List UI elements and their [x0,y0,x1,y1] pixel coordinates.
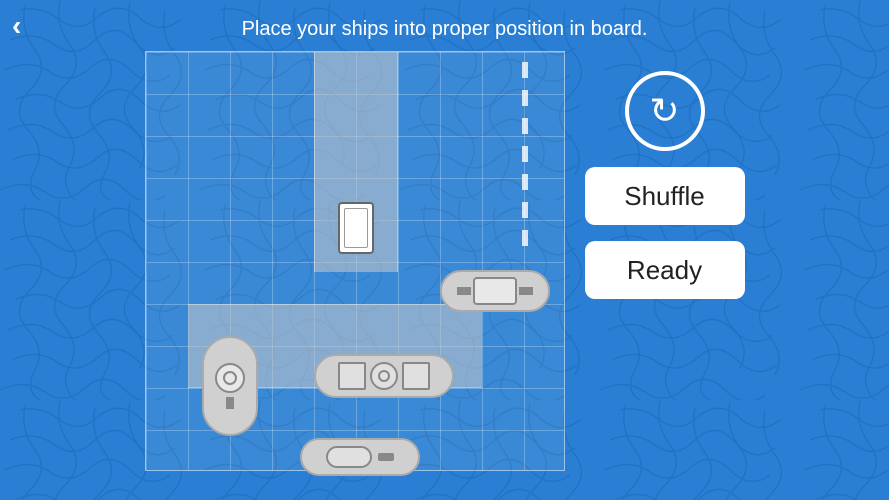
road-dash [522,62,528,78]
ship-4-circle [370,362,398,390]
ship-1[interactable] [338,202,374,254]
ship-5-rect [378,453,394,461]
ship-4[interactable] [314,354,454,398]
rotate-button[interactable]: ↻ [625,71,705,151]
right-panel: ↻ Shuffle Ready [585,71,745,299]
road-dash [522,146,528,162]
main-container: ‹ Place your ships into proper position … [0,0,889,500]
ship-2[interactable] [440,270,550,312]
road-dash [522,174,528,190]
ship-4-block-left [338,362,366,390]
main-area: ↻ Shuffle Ready [0,51,889,471]
ship-2-inner [473,277,517,305]
ship-3-circle-inner [223,371,237,385]
ship-4-block-right [402,362,430,390]
road-dashes [522,52,528,272]
ship-3[interactable] [202,336,258,436]
road-dash [522,90,528,106]
ship-5[interactable] [300,438,420,476]
game-board-wrapper [145,51,565,471]
rotate-icon: ↻ [649,93,679,129]
ship-4-circle-inner [378,370,390,382]
ship-3-circle [215,363,245,393]
shuffle-button[interactable]: Shuffle [585,167,745,225]
road-dash [522,118,528,134]
ship-3-connector [226,397,234,409]
back-button[interactable]: ‹ [12,12,21,40]
road-dash [522,202,528,218]
road-dash [522,230,528,246]
ship-5-oval [326,446,372,468]
game-board[interactable] [145,51,565,471]
ready-button[interactable]: Ready [585,241,745,299]
page-title: Place your ships into proper position in… [242,18,648,41]
